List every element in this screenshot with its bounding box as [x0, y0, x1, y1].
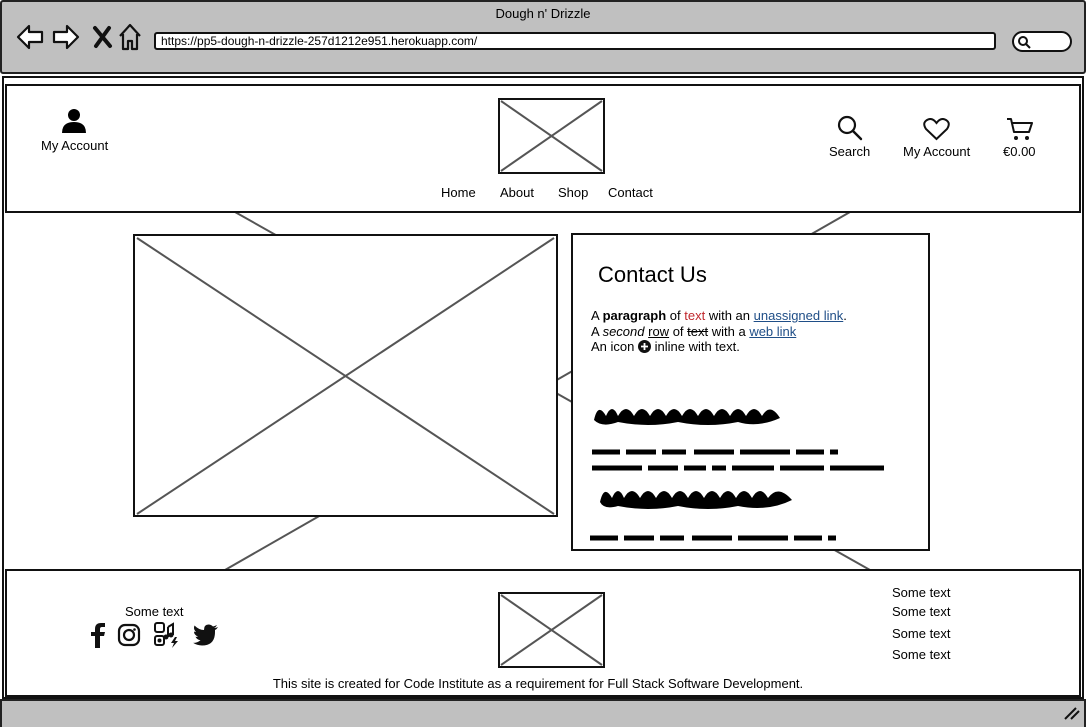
facebook-icon[interactable] [88, 622, 108, 648]
contact-paragraph-1: A paragraph of text with an unassigned l… [591, 308, 847, 324]
cart-icon[interactable] [1006, 116, 1034, 142]
contact-paragraph-2: A second row of text with a web link [591, 324, 796, 340]
account-link[interactable]: My Account [41, 138, 108, 153]
text: of [669, 324, 688, 339]
contact-paragraph-3: An icon inline with text. [591, 339, 740, 355]
search-icon[interactable] [836, 114, 864, 142]
footer-link[interactable]: Some text [892, 585, 951, 600]
hero-image-placeholder [133, 234, 558, 517]
nav-shop[interactable]: Shop [558, 185, 588, 200]
twitter-icon[interactable] [193, 624, 219, 646]
resize-grip-icon[interactable] [1062, 706, 1080, 720]
unassigned-link[interactable]: unassigned link [754, 308, 844, 323]
text: of [666, 308, 685, 323]
tiktok-icon[interactable] [153, 621, 180, 648]
nav-home[interactable]: Home [441, 185, 476, 200]
nav-contact[interactable]: Contact [608, 185, 653, 200]
search-link[interactable]: Search [829, 144, 870, 159]
user-icon[interactable] [60, 108, 88, 134]
italic-text: second [602, 324, 645, 339]
cart-total[interactable]: €0.00 [1003, 144, 1036, 159]
text: with a [708, 324, 750, 339]
browser-status-bar [0, 699, 1086, 727]
red-text: text [684, 308, 706, 323]
contact-title: Contact Us [598, 262, 707, 287]
text: A [591, 324, 603, 339]
footer-note: This site is created for Code Institute … [272, 676, 804, 691]
footer-logo-placeholder[interactable] [498, 592, 605, 668]
text: A [591, 308, 603, 323]
wishlist-link[interactable]: My Account [903, 144, 970, 159]
web-link[interactable]: web link [749, 324, 796, 339]
text: inline with text. [650, 339, 740, 354]
footer-link[interactable]: Some text [892, 604, 951, 619]
heart-icon[interactable] [923, 118, 950, 141]
logo-placeholder[interactable] [498, 98, 605, 174]
social-heading: Some text [125, 604, 184, 619]
footer-link[interactable]: Some text [892, 626, 951, 641]
text: with an [705, 308, 754, 323]
instagram-icon[interactable] [117, 623, 141, 647]
underlined-text: row [648, 324, 670, 339]
footer-link[interactable]: Some text [892, 647, 951, 662]
bold-text: paragraph [602, 308, 667, 323]
text: An icon [591, 339, 638, 354]
text: . [843, 308, 847, 323]
strikethrough-text: text [687, 324, 709, 339]
nav-about[interactable]: About [500, 185, 534, 200]
scribble-text-placeholder [590, 409, 902, 541]
add-circle-icon [637, 340, 651, 353]
